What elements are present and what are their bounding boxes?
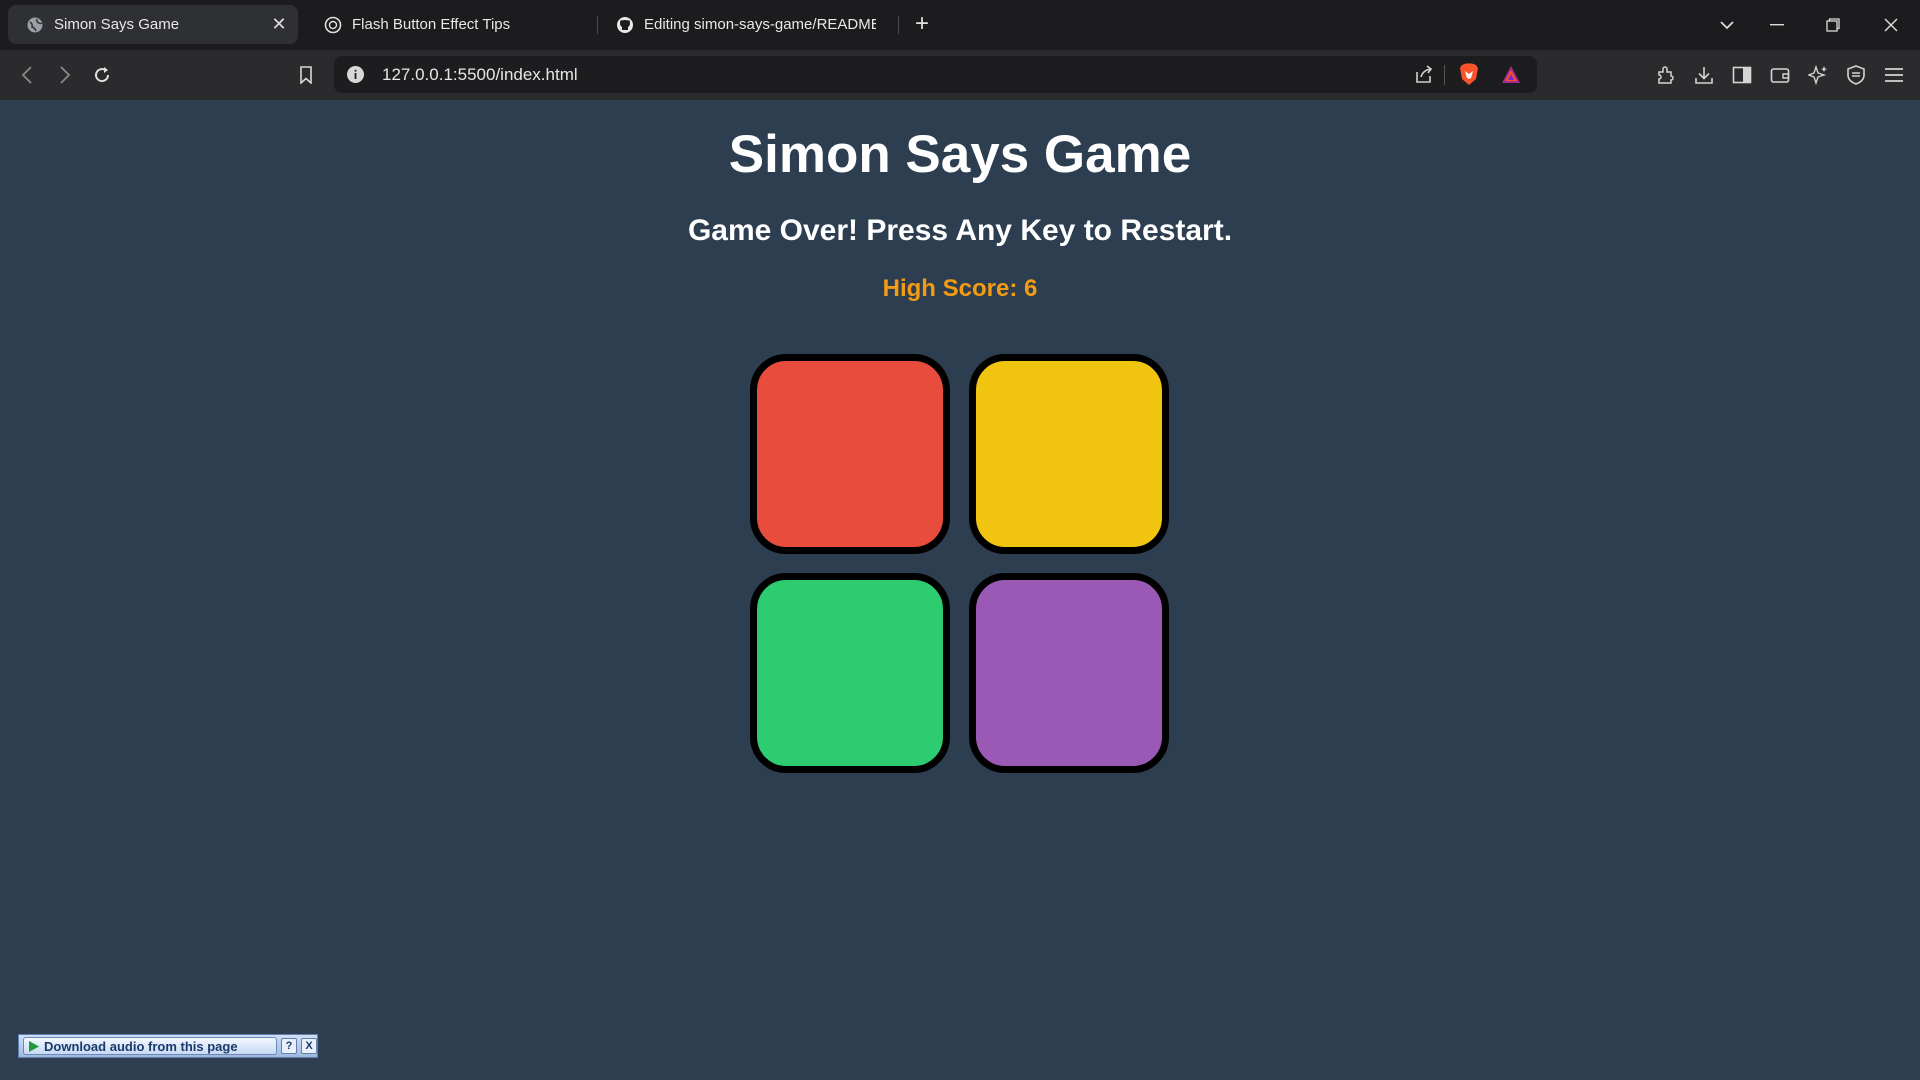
address-bar[interactable]: 127.0.0.1:5500/index.html — [334, 56, 1537, 93]
close-icon[interactable]: X — [301, 1038, 317, 1054]
restore-icon[interactable] — [1816, 10, 1850, 40]
red-pad-button[interactable] — [750, 354, 950, 554]
tab-strip: Simon Says Game ✕ Flash Button Effect Ti… — [0, 0, 1920, 50]
yellow-pad-button[interactable] — [969, 354, 1169, 554]
brave-shields-icon[interactable] — [1459, 63, 1479, 91]
chatgpt-icon — [324, 16, 342, 34]
extensions-icon[interactable] — [1651, 60, 1681, 90]
download-audio-button[interactable]: Download audio from this page — [23, 1037, 277, 1055]
green-pad-button[interactable] — [750, 573, 950, 773]
help-icon[interactable]: ? — [281, 1038, 297, 1054]
url-text: 127.0.0.1:5500/index.html — [382, 65, 578, 84]
game-status-message: Game Over! Press Any Key to Restart. — [687, 214, 1233, 247]
close-window-icon[interactable] — [1874, 10, 1908, 40]
url-divider — [1444, 65, 1445, 85]
reload-icon[interactable] — [87, 60, 117, 90]
tab-title: Editing simon-says-game/README. — [644, 16, 876, 33]
bookmark-icon[interactable] — [291, 60, 321, 90]
vpn-shield-icon[interactable] — [1841, 60, 1871, 90]
game-page: Simon Says Game Game Over! Press Any Key… — [0, 100, 1920, 1080]
new-tab-button[interactable]: + — [908, 10, 936, 38]
minimize-icon[interactable] — [1760, 10, 1794, 40]
audio-download-extension-bar: Download audio from this page ? X — [18, 1034, 318, 1058]
globe-icon — [26, 16, 44, 34]
tab-flash-button-effect-tips[interactable]: Flash Button Effect Tips — [306, 5, 586, 44]
download-icon[interactable] — [1689, 60, 1719, 90]
purple-pad-button[interactable] — [969, 573, 1169, 773]
tab-simon-says-game[interactable]: Simon Says Game ✕ — [8, 5, 298, 44]
tab-divider — [898, 16, 899, 34]
github-icon — [616, 16, 634, 34]
close-tab-icon[interactable]: ✕ — [270, 14, 288, 34]
tab-search-chevron-icon[interactable] — [1710, 10, 1744, 40]
menu-icon[interactable] — [1879, 60, 1909, 90]
game-title: Simon Says Game — [728, 125, 1192, 184]
tab-title: Flash Button Effect Tips — [352, 16, 511, 33]
tab-editing-readme[interactable]: Editing simon-says-game/README. — [598, 5, 888, 44]
brave-rewards-icon[interactable] — [1501, 65, 1521, 89]
forward-icon[interactable] — [50, 60, 80, 90]
back-icon[interactable] — [12, 60, 42, 90]
leo-ai-icon[interactable] — [1803, 60, 1833, 90]
tab-title: Simon Says Game — [54, 16, 180, 33]
site-info-icon[interactable] — [346, 65, 365, 89]
wallet-icon[interactable] — [1765, 60, 1795, 90]
browser-toolbar: 127.0.0.1:5500/index.html — [0, 50, 1920, 100]
download-audio-label: Download audio from this page — [44, 1038, 238, 1054]
high-score: High Score: 6 — [882, 275, 1038, 302]
share-icon[interactable] — [1414, 64, 1434, 89]
sidebar-icon[interactable] — [1727, 60, 1757, 90]
play-icon — [28, 1040, 40, 1053]
